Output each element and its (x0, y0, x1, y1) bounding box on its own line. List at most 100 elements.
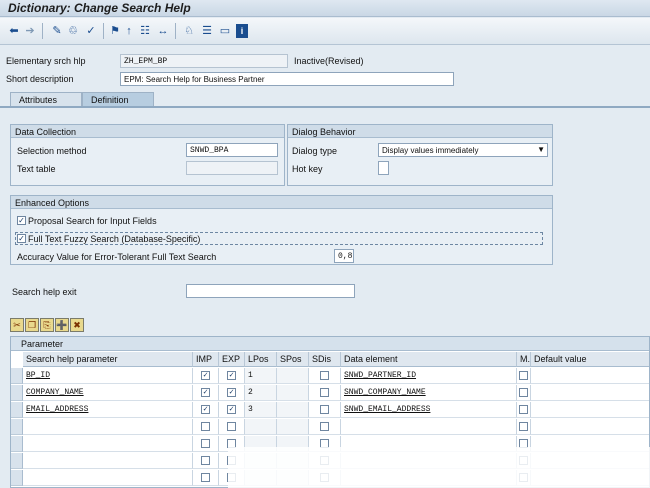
dialog-type-select[interactable]: Display values immediately ▼ (378, 143, 548, 157)
cell-exp: ✓ (219, 368, 245, 384)
cell-element[interactable]: SNWD_EMAIL_ADDRESS (341, 402, 517, 418)
sdis-checkbox[interactable] (320, 422, 329, 431)
cell-lpos[interactable]: 3 (245, 402, 277, 418)
col-header-sdis[interactable]: SDis (309, 352, 341, 367)
where-used-icon[interactable]: ↑ (124, 24, 134, 38)
forward-arrow-icon[interactable]: ➔ (24, 24, 36, 38)
check-icon[interactable]: ✓ (84, 24, 98, 38)
imp-checkbox[interactable] (201, 456, 210, 465)
cell-param[interactable]: BP_ID (23, 368, 193, 384)
cell-lpos[interactable] (245, 419, 277, 435)
paste-row-icon[interactable]: ⎘ (40, 318, 54, 332)
short-description-label: Short description (6, 74, 74, 84)
delete-row-icon[interactable]: ✖ (70, 318, 84, 332)
navigation-icon[interactable]: ↔ (156, 24, 170, 38)
row-selector[interactable] (11, 453, 23, 469)
proposal-search-checkbox[interactable]: ✓ (17, 216, 26, 225)
cell-spos[interactable] (277, 385, 309, 401)
m-checkbox[interactable] (519, 388, 528, 397)
accuracy-value-input[interactable]: 0,8 (334, 249, 354, 263)
cell-param[interactable] (23, 453, 193, 469)
col-header-default-value[interactable]: Default value (531, 352, 649, 367)
hot-key-label: Hot key (292, 164, 323, 174)
m-checkbox[interactable] (519, 371, 528, 380)
cell-spos[interactable] (277, 402, 309, 418)
edit-toggle-icon[interactable]: ✎ (50, 24, 64, 38)
cell-default[interactable] (531, 419, 649, 435)
selection-method-input[interactable]: SNWD_BPA (186, 143, 278, 157)
row-selector[interactable] (11, 419, 23, 435)
insert-row-icon[interactable]: ➕ (55, 318, 69, 332)
sdis-checkbox[interactable] (320, 388, 329, 397)
exp-checkbox[interactable] (227, 422, 236, 431)
imp-checkbox[interactable]: ✓ (201, 371, 210, 380)
imp-checkbox[interactable]: ✓ (201, 388, 210, 397)
row-selector[interactable] (11, 385, 23, 401)
cell-element[interactable] (341, 419, 517, 435)
screen-glare-overlay (228, 447, 650, 488)
imp-checkbox[interactable]: ✓ (201, 405, 210, 414)
col-header-imp[interactable]: IMP (193, 352, 219, 367)
selection-method-label: Selection method (17, 146, 87, 156)
col-header-data-element[interactable]: Data element (341, 352, 517, 367)
cell-spos[interactable] (277, 419, 309, 435)
exp-checkbox[interactable]: ✓ (227, 371, 236, 380)
tab-definition[interactable]: Definition (82, 92, 154, 106)
navigation-window-icon[interactable]: ☰ (200, 24, 214, 38)
row-selector[interactable] (11, 402, 23, 418)
short-description-input[interactable]: EPM: Search Help for Business Partner (120, 72, 454, 86)
cell-element[interactable]: SNWD_COMPANY_NAME (341, 385, 517, 401)
m-checkbox[interactable] (519, 422, 528, 431)
search-help-exit-input[interactable] (186, 284, 355, 298)
col-header-m[interactable]: M... (517, 352, 531, 367)
cell-m (517, 385, 531, 401)
row-selector[interactable] (11, 436, 23, 452)
display-object-list-icon[interactable]: ☷ (138, 24, 152, 38)
cut-row-icon[interactable]: ✂ (10, 318, 24, 332)
col-header-exp[interactable]: EXP (219, 352, 245, 367)
imp-checkbox[interactable] (201, 422, 210, 431)
activate-icon[interactable]: ⚑ (108, 24, 122, 38)
layout-icon[interactable]: ▭ (218, 24, 232, 38)
cell-element[interactable]: SNWD_PARTNER_ID (341, 368, 517, 384)
cell-default[interactable] (531, 385, 649, 401)
exp-checkbox[interactable]: ✓ (227, 388, 236, 397)
cell-param[interactable] (23, 419, 193, 435)
m-checkbox[interactable] (519, 405, 528, 414)
row-selector[interactable] (11, 368, 23, 384)
col-header-spos[interactable]: SPos (277, 352, 309, 367)
cell-param[interactable] (23, 436, 193, 452)
fuzzy-search-checkbox[interactable]: ✓ (17, 234, 26, 243)
cell-default[interactable] (531, 402, 649, 418)
cell-param[interactable]: COMPANY_NAME (23, 385, 193, 401)
copy-row-icon[interactable]: ❐ (25, 318, 39, 332)
info-icon[interactable]: i (236, 24, 248, 38)
cell-param[interactable]: EMAIL_ADDRESS (23, 402, 193, 418)
cell-param[interactable] (23, 470, 193, 486)
elementary-search-help-field: ZH_EPM_BP (120, 54, 288, 68)
other-object-icon[interactable]: ♲ (66, 24, 80, 38)
cell-lpos[interactable]: 2 (245, 385, 277, 401)
cell-default[interactable] (531, 368, 649, 384)
cell-sdis (309, 419, 341, 435)
cell-exp: ✓ (219, 385, 245, 401)
hierarchy-icon[interactable]: ♘ (182, 24, 196, 38)
imp-checkbox[interactable] (201, 439, 210, 448)
exp-checkbox[interactable]: ✓ (227, 405, 236, 414)
back-arrow-icon[interactable]: ⬅ (8, 24, 20, 38)
imp-checkbox[interactable] (201, 473, 210, 482)
row-selector[interactable] (11, 470, 23, 486)
cell-lpos[interactable]: 1 (245, 368, 277, 384)
tab-attributes[interactable]: Attributes (10, 92, 82, 106)
cell-spos[interactable] (277, 368, 309, 384)
elementary-search-help-label: Elementary srch hlp (6, 56, 86, 66)
data-collection-title: Data Collection (11, 125, 284, 138)
col-header-lpos[interactable]: LPos (245, 352, 277, 367)
sdis-checkbox[interactable] (320, 371, 329, 380)
hot-key-input[interactable] (378, 161, 389, 175)
cell-sdis (309, 385, 341, 401)
cell-imp (193, 470, 219, 486)
col-header-parameter[interactable]: Search help parameter (23, 352, 193, 367)
sdis-checkbox[interactable] (320, 405, 329, 414)
dropdown-arrow-icon[interactable]: ▼ (537, 145, 545, 154)
